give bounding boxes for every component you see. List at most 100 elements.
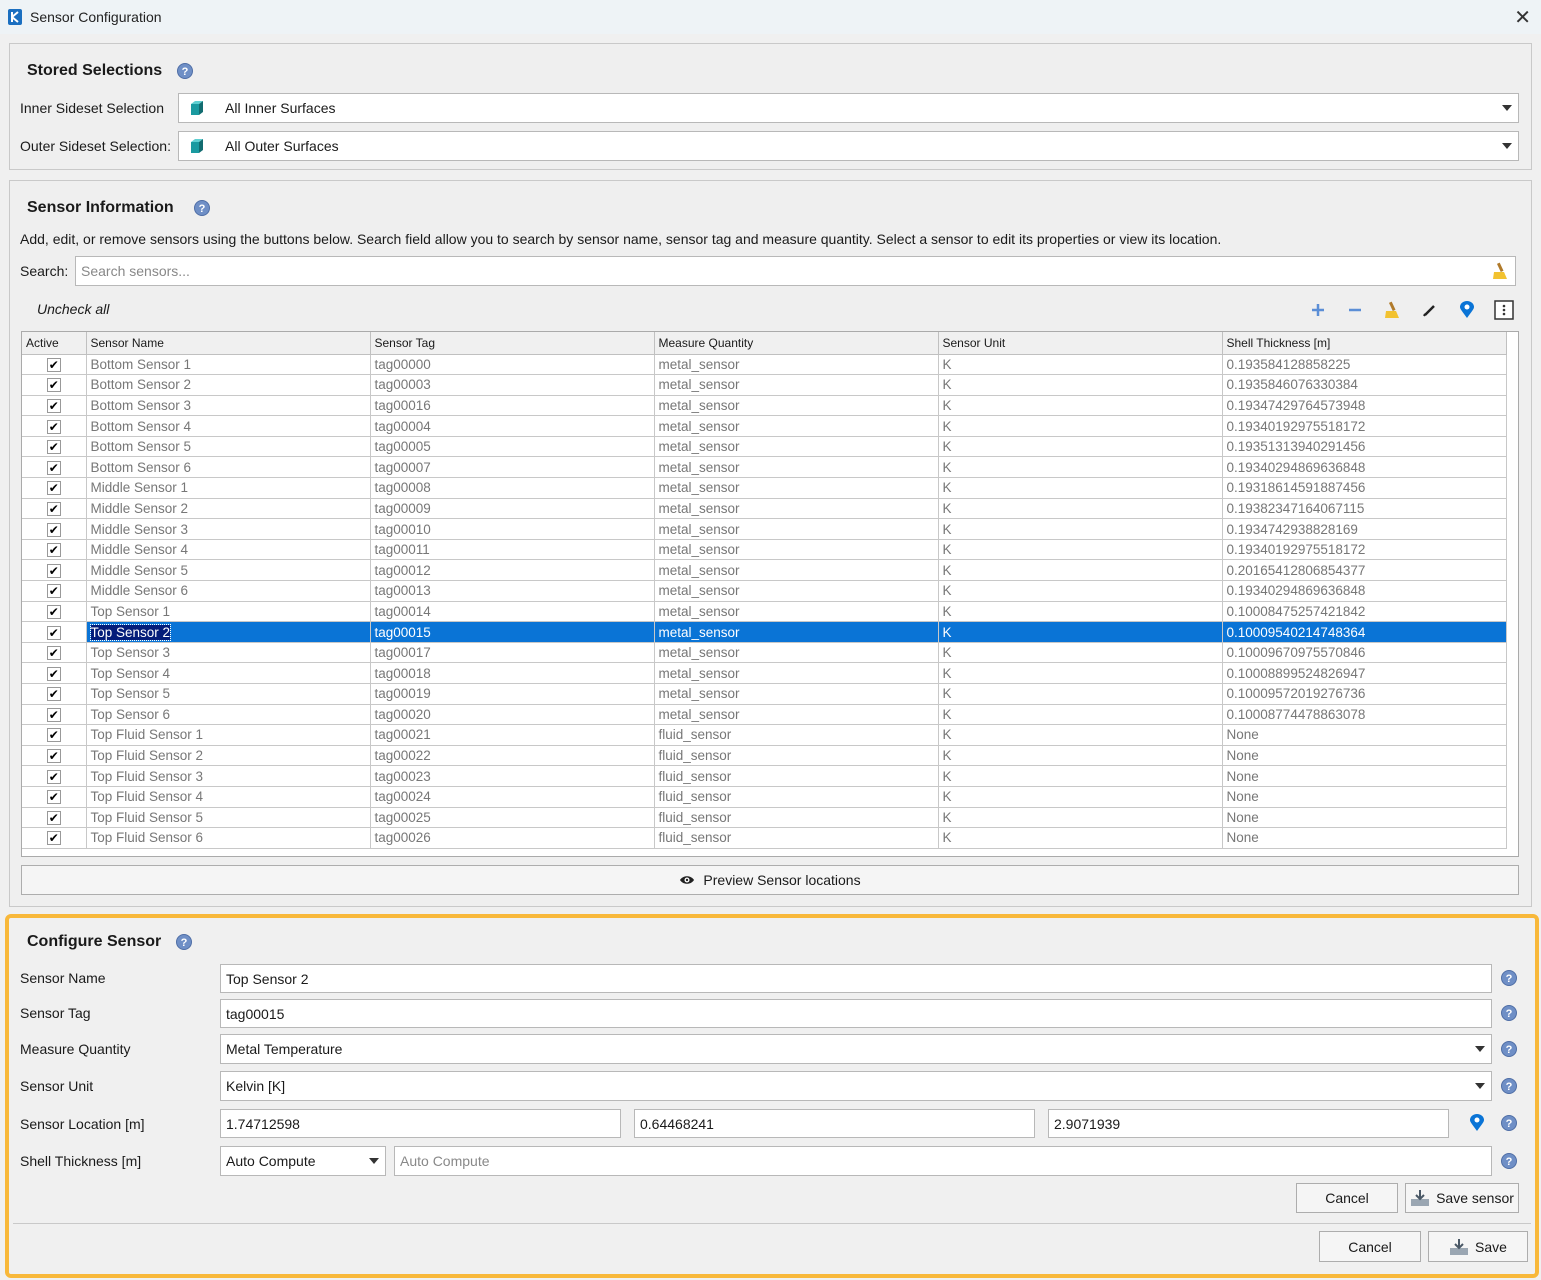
checkbox[interactable]: ✔ [46, 501, 61, 516]
broom-icon[interactable] [1491, 262, 1509, 280]
checkbox[interactable]: ✔ [46, 460, 61, 475]
outer-sideset-combo[interactable]: All Outer Surfaces [178, 131, 1519, 161]
location-pin-icon[interactable] [1456, 299, 1478, 321]
checkbox[interactable]: ✔ [46, 419, 61, 434]
location-x-field[interactable]: 1.74712598 [220, 1109, 621, 1138]
save-sensor-button[interactable]: Save sensor [1405, 1183, 1519, 1213]
table-row[interactable]: ✔ Top Fluid Sensor 5 tag00025 fluid_sensor K… [22, 807, 1507, 829]
shell-thickness-mode-select[interactable]: Auto Compute [220, 1146, 386, 1176]
location-pin-icon[interactable] [1469, 1114, 1485, 1132]
checkbox[interactable]: ✔ [46, 398, 61, 413]
table-row[interactable]: ✔ Middle Sensor 3 tag00010 metal_sensor K 0.1… [22, 518, 1507, 540]
table-row[interactable]: ✔ Bottom Sensor 4 tag00004 metal_sensor K 0.1… [22, 415, 1507, 437]
close-icon[interactable]: ✕ [1514, 5, 1531, 30]
table-row[interactable]: ✔ Top Fluid Sensor 2 tag00022 fluid_sensor K… [22, 745, 1507, 767]
column-header-sensor-unit[interactable]: Sensor Unit [938, 332, 1223, 355]
minus-icon[interactable] [1344, 299, 1366, 321]
checkbox[interactable]: ✔ [46, 769, 61, 784]
table-row[interactable]: ✔ Top Sensor 5 tag00019 metal_sensor K 0.1000… [22, 683, 1507, 705]
chevron-down-icon[interactable] [1475, 1046, 1485, 1052]
table-row[interactable]: ✔ Top Sensor 1 tag00014 metal_sensor K 0.1000… [22, 601, 1507, 623]
checkbox[interactable]: ✔ [46, 543, 61, 558]
table-row[interactable]: ✔ Top Sensor 6 tag00020 metal_sensor K 0.1000… [22, 704, 1507, 726]
chevron-down-icon[interactable] [1502, 105, 1512, 111]
checkbox[interactable]: ✔ [46, 646, 61, 661]
save-button[interactable]: Save [1428, 1231, 1528, 1262]
chevron-down-icon[interactable] [1502, 143, 1512, 149]
table-row[interactable]: ✔ Top Fluid Sensor 1 tag00021 fluid_sensor K… [22, 724, 1507, 746]
more-vertical-icon[interactable] [1493, 299, 1515, 321]
column-header-shell-thickness[interactable]: Shell Thickness [m] [1222, 332, 1507, 355]
column-header-active[interactable]: Active [22, 332, 87, 355]
search-input[interactable]: Search sensors... [75, 256, 1516, 286]
checkbox[interactable]: ✔ [46, 604, 61, 619]
table-row[interactable]: ✔ Bottom Sensor 5 tag00005 metal_sensor K 0.1… [22, 436, 1507, 458]
checkbox[interactable]: ✔ [46, 749, 61, 764]
column-header-measure-quantity[interactable]: Measure Quantity [654, 332, 939, 355]
checkbox[interactable]: ✔ [46, 707, 61, 722]
checkbox[interactable]: ✔ [46, 378, 61, 393]
cancel-sensor-button[interactable]: Cancel [1296, 1183, 1398, 1213]
help-icon[interactable]: ? [1501, 1041, 1517, 1057]
table-row[interactable]: ✔ Top Fluid Sensor 6 tag00026 fluid_sensor K… [22, 827, 1507, 849]
measure-quantity-cell: metal_sensor [654, 374, 939, 396]
location-y-field[interactable]: 0.64468241 [634, 1109, 1035, 1138]
table-row[interactable]: ✔ Bottom Sensor 1 tag00000 metal_sensor K 0.1… [22, 354, 1507, 376]
table-row[interactable]: ✔ Middle Sensor 6 tag00013 metal_sensor K 0.1… [22, 580, 1507, 602]
cancel-button[interactable]: Cancel [1319, 1231, 1421, 1262]
checkbox[interactable]: ✔ [46, 357, 61, 372]
table-row[interactable]: ✔ Top Sensor 3 tag00017 metal_sensor K 0.1000… [22, 642, 1507, 664]
help-icon[interactable]: ? [1501, 1005, 1517, 1021]
table-row[interactable]: ✔ Top Sensor 4 tag00018 metal_sensor K 0.1000… [22, 662, 1507, 684]
help-icon[interactable]: ? [176, 934, 192, 950]
checkbox[interactable]: ✔ [46, 440, 61, 455]
table-row[interactable]: ✔ Top Sensor 2 tag00015 metal_sensor K 0.1000… [22, 621, 1507, 643]
checkbox[interactable]: ✔ [46, 584, 61, 599]
plus-icon[interactable] [1307, 299, 1329, 321]
sensor-name-field[interactable]: Top Sensor 2 [220, 964, 1492, 993]
checkbox[interactable]: ✔ [46, 563, 61, 578]
checkbox[interactable]: ✔ [46, 522, 61, 537]
sensor-unit-cell: K [938, 827, 1223, 849]
table-row[interactable]: ✔ Middle Sensor 4 tag00011 metal_sensor K 0.1… [22, 539, 1507, 561]
location-z-field[interactable]: 2.9071939 [1048, 1109, 1449, 1138]
help-icon[interactable]: ? [1501, 970, 1517, 986]
sensor-tag-field[interactable]: tag00015 [220, 999, 1492, 1028]
column-header-sensor-name[interactable]: Sensor Name [86, 332, 371, 355]
chevron-down-icon[interactable] [1475, 1083, 1485, 1089]
shell-thickness-field[interactable]: Auto Compute [394, 1146, 1492, 1176]
checkbox[interactable]: ✔ [46, 687, 61, 702]
checkbox[interactable]: ✔ [46, 728, 61, 743]
inner-sideset-combo[interactable]: All Inner Surfaces [178, 93, 1519, 123]
table-row[interactable]: ✔ Middle Sensor 5 tag00012 metal_sensor K 0.2… [22, 559, 1507, 582]
checkbox[interactable]: ✔ [46, 810, 61, 825]
uncheck-all-link[interactable]: Uncheck all [37, 301, 109, 317]
chevron-down-icon[interactable] [369, 1158, 379, 1164]
table-row[interactable]: ✔ Bottom Sensor 6 tag00007 metal_sensor K 0.1… [22, 456, 1507, 479]
sensor-unit-select[interactable]: Kelvin [K] [220, 1071, 1492, 1101]
broom-icon[interactable] [1381, 299, 1403, 321]
measure-quantity-select[interactable]: Metal Temperature [220, 1034, 1492, 1064]
help-icon[interactable]: ? [1501, 1115, 1517, 1131]
checkbox[interactable]: ✔ [46, 481, 61, 496]
table-row[interactable]: ✔ Bottom Sensor 3 tag00016 metal_sensor K 0.1… [22, 395, 1507, 417]
checkbox[interactable]: ✔ [46, 625, 61, 640]
checkbox[interactable]: ✔ [46, 666, 61, 681]
pencil-icon[interactable] [1419, 299, 1441, 321]
location-z-value: 2.9071939 [1054, 1115, 1121, 1132]
table-row[interactable]: ✔ Middle Sensor 2 tag00009 metal_sensor K 0.1… [22, 498, 1507, 520]
checkbox[interactable]: ✔ [46, 790, 61, 805]
checkbox[interactable]: ✔ [46, 831, 61, 846]
column-header-sensor-tag[interactable]: Sensor Tag [370, 332, 655, 355]
active-checkbox: ✔ [22, 683, 87, 705]
table-row[interactable]: ✔ Top Fluid Sensor 4 tag00024 fluid_sensor K… [22, 786, 1507, 808]
help-icon[interactable]: ? [194, 200, 210, 216]
help-icon[interactable]: ? [177, 63, 193, 79]
preview-sensor-locations-button[interactable]: Preview Sensor locations [21, 865, 1519, 895]
table-row[interactable]: ✔ Bottom Sensor 2 tag00003 metal_sensor K 0.1… [22, 374, 1507, 396]
help-icon[interactable]: ? [1501, 1078, 1517, 1094]
help-icon[interactable]: ? [1501, 1153, 1517, 1169]
sensor-name-cell: Middle Sensor 3 [86, 518, 371, 540]
table-row[interactable]: ✔ Middle Sensor 1 tag00008 metal_sensor K 0.1… [22, 477, 1507, 499]
table-row[interactable]: ✔ Top Fluid Sensor 3 tag00023 fluid_sensor K… [22, 765, 1507, 787]
